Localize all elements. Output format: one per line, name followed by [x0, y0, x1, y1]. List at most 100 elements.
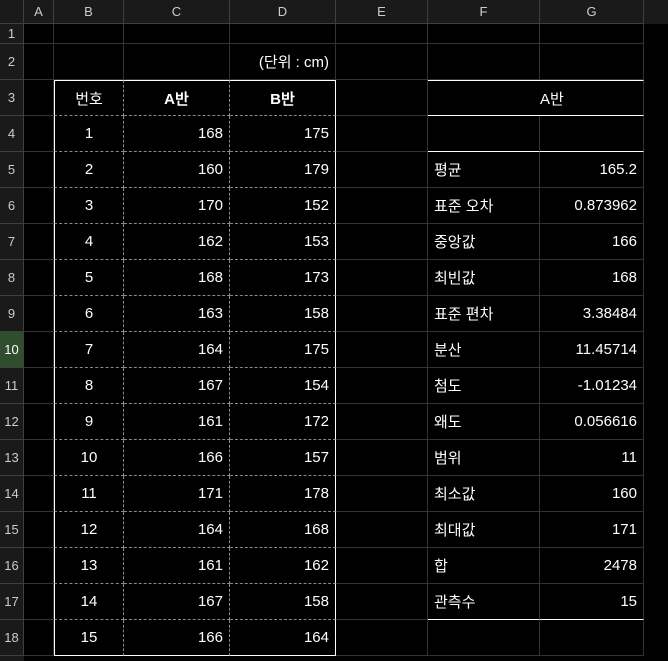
row-header-14[interactable]: 14 [0, 476, 24, 512]
data-a-0[interactable]: 168 [124, 116, 230, 152]
col-header-E[interactable]: E [336, 0, 428, 24]
col-header-G[interactable]: G [540, 0, 644, 24]
row-header-16[interactable]: 16 [0, 548, 24, 584]
cell-E2[interactable] [336, 44, 428, 80]
data-a-6[interactable]: 164 [124, 332, 230, 368]
cell-A15[interactable] [24, 512, 54, 548]
col-header-B[interactable]: B [54, 0, 124, 24]
data-a-8[interactable]: 161 [124, 404, 230, 440]
data-b-8[interactable]: 172 [230, 404, 336, 440]
stats-value-2[interactable]: 166 [540, 224, 644, 260]
row-header-1[interactable]: 1 [0, 24, 24, 44]
row-header-17[interactable]: 17 [0, 584, 24, 620]
cell-A1[interactable] [24, 24, 54, 44]
data-a-7[interactable]: 167 [124, 368, 230, 404]
stats-label-6[interactable]: 첨도 [428, 368, 540, 404]
stats-value-6[interactable]: -1.01234 [540, 368, 644, 404]
data-header-num[interactable]: 번호 [54, 80, 124, 116]
stats-label-1[interactable]: 표준 오차 [428, 188, 540, 224]
data-a-2[interactable]: 170 [124, 188, 230, 224]
cell-G4[interactable] [540, 116, 644, 152]
data-a-5[interactable]: 163 [124, 296, 230, 332]
data-b-6[interactable]: 175 [230, 332, 336, 368]
data-a-12[interactable]: 161 [124, 548, 230, 584]
cell-E6[interactable] [336, 188, 428, 224]
cell-A16[interactable] [24, 548, 54, 584]
cell-E1[interactable] [336, 24, 428, 44]
cell-A3[interactable] [24, 80, 54, 116]
data-b-2[interactable]: 152 [230, 188, 336, 224]
data-a-10[interactable]: 171 [124, 476, 230, 512]
data-num-12[interactable]: 13 [54, 548, 124, 584]
cell-F18[interactable] [428, 620, 540, 656]
data-num-3[interactable]: 4 [54, 224, 124, 260]
cell-B2[interactable] [54, 44, 124, 80]
row-header-13[interactable]: 13 [0, 440, 24, 476]
data-b-5[interactable]: 158 [230, 296, 336, 332]
data-b-13[interactable]: 158 [230, 584, 336, 620]
stats-label-9[interactable]: 최소값 [428, 476, 540, 512]
data-b-1[interactable]: 179 [230, 152, 336, 188]
data-a-1[interactable]: 160 [124, 152, 230, 188]
data-num-0[interactable]: 1 [54, 116, 124, 152]
cell-B1[interactable] [54, 24, 124, 44]
data-a-9[interactable]: 166 [124, 440, 230, 476]
stats-label-12[interactable]: 관측수 [428, 584, 540, 620]
cell-G18[interactable] [540, 620, 644, 656]
row-header-2[interactable]: 2 [0, 44, 24, 80]
cell-E12[interactable] [336, 404, 428, 440]
stats-value-12[interactable]: 15 [540, 584, 644, 620]
data-b-7[interactable]: 154 [230, 368, 336, 404]
cell-E10[interactable] [336, 332, 428, 368]
data-num-13[interactable]: 14 [54, 584, 124, 620]
row-header-5[interactable]: 5 [0, 152, 24, 188]
data-num-14[interactable]: 15 [54, 620, 124, 656]
row-header-10[interactable]: 10 [0, 332, 24, 368]
stats-value-10[interactable]: 171 [540, 512, 644, 548]
cell-E9[interactable] [336, 296, 428, 332]
cell-A12[interactable] [24, 404, 54, 440]
cell-A18[interactable] [24, 620, 54, 656]
data-num-6[interactable]: 7 [54, 332, 124, 368]
cell-A13[interactable] [24, 440, 54, 476]
cell-E15[interactable] [336, 512, 428, 548]
data-num-10[interactable]: 11 [54, 476, 124, 512]
col-header-C[interactable]: C [124, 0, 230, 24]
cell-E7[interactable] [336, 224, 428, 260]
cell-E4[interactable] [336, 116, 428, 152]
cell-E14[interactable] [336, 476, 428, 512]
cell-A7[interactable] [24, 224, 54, 260]
stats-value-3[interactable]: 168 [540, 260, 644, 296]
cell-C2[interactable] [124, 44, 230, 80]
data-a-3[interactable]: 162 [124, 224, 230, 260]
cell-A5[interactable] [24, 152, 54, 188]
data-b-4[interactable]: 173 [230, 260, 336, 296]
cell-G2[interactable] [540, 44, 644, 80]
data-b-9[interactable]: 157 [230, 440, 336, 476]
data-b-0[interactable]: 175 [230, 116, 336, 152]
cell-C1[interactable] [124, 24, 230, 44]
cell-F4[interactable] [428, 116, 540, 152]
stats-label-3[interactable]: 최빈값 [428, 260, 540, 296]
row-header-6[interactable]: 6 [0, 188, 24, 224]
stats-value-7[interactable]: 0.056616 [540, 404, 644, 440]
cell-A2[interactable] [24, 44, 54, 80]
data-num-5[interactable]: 6 [54, 296, 124, 332]
stats-value-8[interactable]: 11 [540, 440, 644, 476]
stats-label-0[interactable]: 평균 [428, 152, 540, 188]
cell-A8[interactable] [24, 260, 54, 296]
cell-A14[interactable] [24, 476, 54, 512]
stats-title-left[interactable] [428, 80, 540, 116]
stats-label-11[interactable]: 합 [428, 548, 540, 584]
cell-A9[interactable] [24, 296, 54, 332]
data-num-1[interactable]: 2 [54, 152, 124, 188]
data-b-10[interactable]: 178 [230, 476, 336, 512]
row-header-3[interactable]: 3 [0, 80, 24, 116]
stats-value-4[interactable]: 3.38484 [540, 296, 644, 332]
cell-E16[interactable] [336, 548, 428, 584]
row-header-18[interactable]: 18 [0, 620, 24, 656]
data-b-11[interactable]: 168 [230, 512, 336, 548]
data-num-8[interactable]: 9 [54, 404, 124, 440]
cell-E17[interactable] [336, 584, 428, 620]
stats-label-10[interactable]: 최대값 [428, 512, 540, 548]
